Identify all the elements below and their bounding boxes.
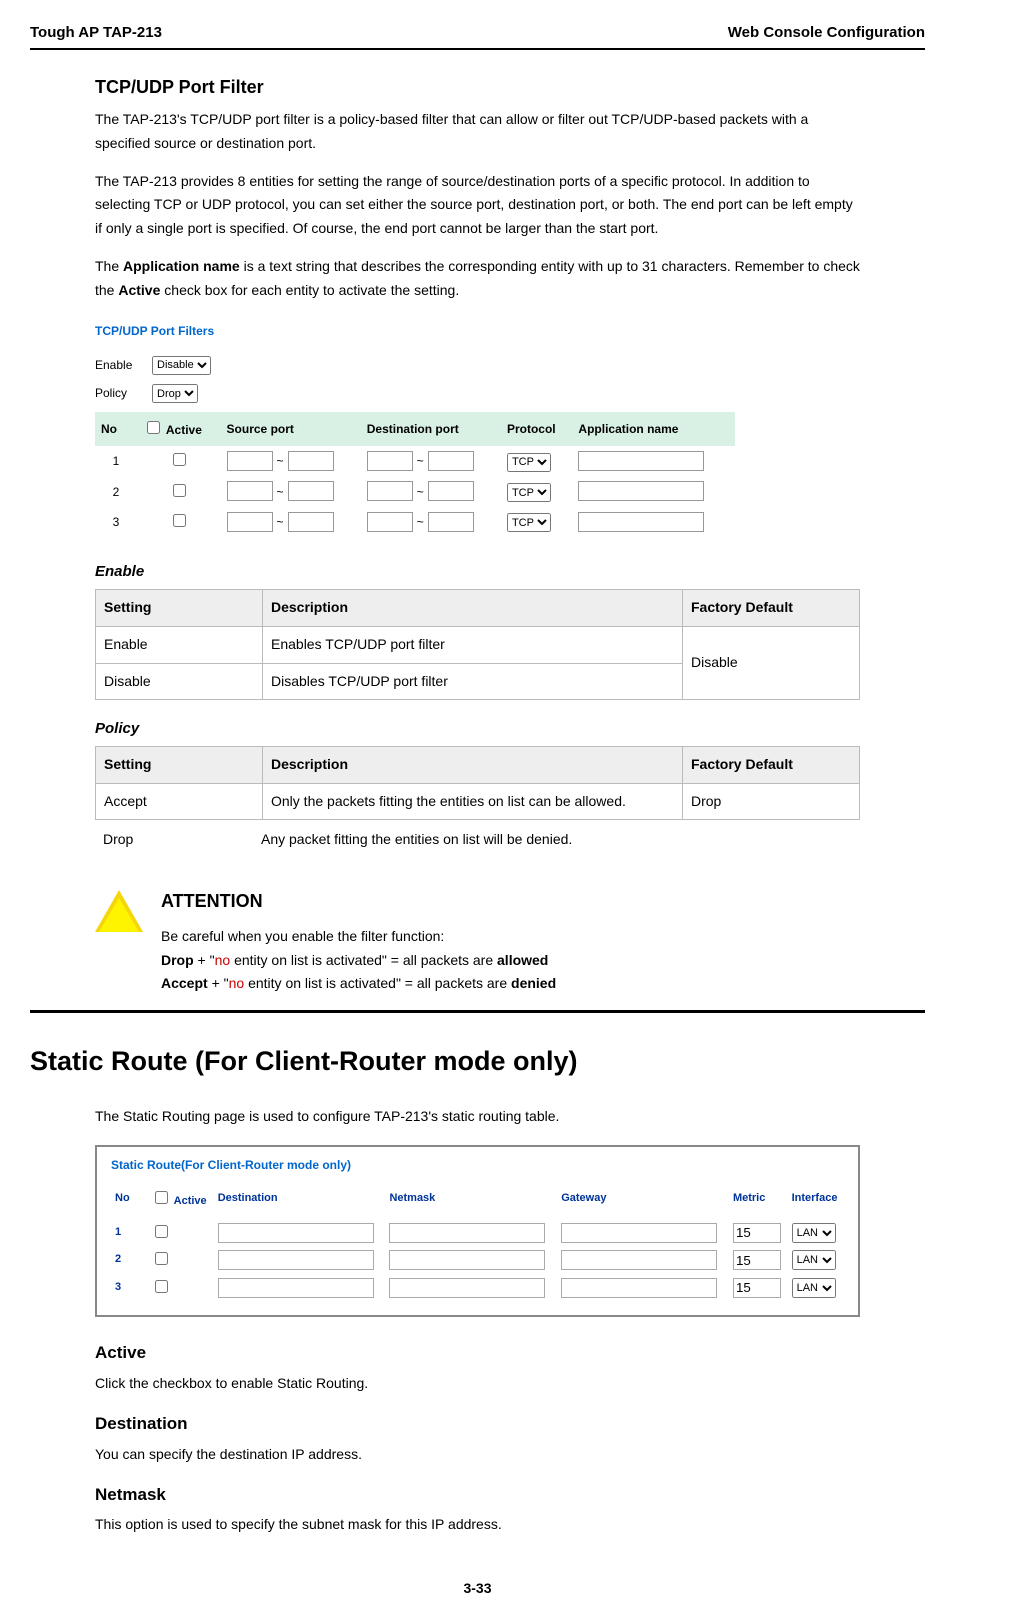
page-number: 3-33	[30, 1577, 925, 1601]
active-text: Click the checkbox to enable Static Rout…	[95, 1372, 860, 1396]
table-row: 3 ~ ~ TCP	[95, 507, 735, 537]
netmask-input[interactable]	[389, 1223, 545, 1243]
active-title: Active	[95, 1339, 860, 1368]
tcp-p2: The TAP-213 provides 8 entities for sett…	[95, 170, 860, 241]
divider	[30, 1010, 925, 1013]
policy-select[interactable]: Drop	[152, 384, 198, 403]
attention-line3: Accept + "no entity on list is activated…	[161, 972, 860, 996]
src-end-input[interactable]	[288, 481, 334, 501]
enable-label: Enable	[95, 355, 140, 375]
fig2-caption: Static Route(For Client-Router mode only…	[111, 1157, 844, 1174]
netmask-title: Netmask	[95, 1481, 860, 1510]
active-checkbox[interactable]	[173, 484, 186, 497]
active-checkbox[interactable]	[173, 453, 186, 466]
proto-select[interactable]: TCP	[507, 483, 551, 502]
active-checkbox[interactable]	[173, 514, 186, 527]
iface-select[interactable]: LAN	[792, 1278, 836, 1298]
src-end-input[interactable]	[288, 451, 334, 471]
col-no: No	[95, 412, 137, 446]
netmask-input[interactable]	[389, 1278, 545, 1298]
policy-label: Policy	[95, 383, 140, 403]
gateway-input[interactable]	[561, 1223, 717, 1243]
dst-start-input[interactable]	[367, 481, 413, 501]
proto-select[interactable]: TCP	[507, 513, 551, 532]
appname-input[interactable]	[578, 512, 704, 532]
iface-select[interactable]: LAN	[792, 1223, 836, 1243]
tcp-p1: The TAP-213's TCP/UDP port filter is a p…	[95, 108, 860, 156]
table-row: 2 LAN	[111, 1246, 844, 1273]
page-header: Tough AP TAP-213 Web Console Configurati…	[30, 20, 925, 50]
warning-icon	[95, 886, 143, 996]
header-right: Web Console Configuration	[728, 20, 925, 46]
static-route-figure: Static Route(For Client-Router mode only…	[95, 1145, 860, 1317]
active-checkbox[interactable]	[155, 1280, 168, 1293]
dest-input[interactable]	[218, 1250, 374, 1270]
src-start-input[interactable]	[227, 512, 273, 532]
metric-input[interactable]	[733, 1250, 781, 1270]
src-end-input[interactable]	[288, 512, 334, 532]
gateway-input[interactable]	[561, 1278, 717, 1298]
table-row: 1 LAN	[111, 1219, 844, 1246]
header-left: Tough AP TAP-213	[30, 20, 162, 46]
filter-table: No Active Source port Destination port P…	[95, 412, 735, 538]
policy-table: SettingDescriptionFactory Default Accept…	[95, 746, 860, 821]
col-src: Source port	[221, 412, 361, 446]
dst-end-input[interactable]	[428, 451, 474, 471]
dst-start-input[interactable]	[367, 451, 413, 471]
policy-drop-row: Drop Any packet fitting the entities on …	[95, 820, 860, 860]
src-start-input[interactable]	[227, 451, 273, 471]
proto-select[interactable]: TCP	[507, 453, 551, 472]
dst-start-input[interactable]	[367, 512, 413, 532]
col-proto: Protocol	[501, 412, 572, 446]
policy-table-title: Policy	[95, 716, 860, 742]
static-route-title: Static Route (For Client-Router mode onl…	[30, 1039, 860, 1085]
tcp-filter-figure: TCP/UDP Port Filters Enable Disable Poli…	[95, 321, 860, 538]
appname-input[interactable]	[578, 481, 704, 501]
dest-input[interactable]	[218, 1223, 374, 1243]
attention-note: ATTENTION Be careful when you enable the…	[95, 886, 860, 996]
active-all-checkbox[interactable]	[155, 1191, 168, 1204]
fig1-caption: TCP/UDP Port Filters	[95, 321, 860, 341]
table-row: 1 ~ ~ TCP	[95, 446, 735, 476]
src-start-input[interactable]	[227, 481, 273, 501]
netmask-input[interactable]	[389, 1250, 545, 1270]
attention-line2: Drop + "no entity on list is activated" …	[161, 949, 860, 973]
dest-text: You can specify the destination IP addre…	[95, 1443, 860, 1467]
attention-title: ATTENTION	[161, 886, 860, 917]
col-active: Active	[137, 412, 221, 446]
metric-input[interactable]	[733, 1278, 781, 1298]
tcp-udp-title: TCP/UDP Port Filter	[95, 72, 860, 103]
dest-input[interactable]	[218, 1278, 374, 1298]
appname-input[interactable]	[578, 451, 704, 471]
table-row: 3 LAN	[111, 1274, 844, 1301]
dst-end-input[interactable]	[428, 512, 474, 532]
gateway-input[interactable]	[561, 1250, 717, 1270]
table-row: 2 ~ ~ TCP	[95, 477, 735, 507]
netmask-text: This option is used to specify the subne…	[95, 1513, 860, 1537]
dst-end-input[interactable]	[428, 481, 474, 501]
enable-table: SettingDescriptionFactory Default Enable…	[95, 589, 860, 700]
tcp-p3: The Application name is a text string th…	[95, 255, 860, 303]
attention-line1: Be careful when you enable the filter fu…	[161, 925, 860, 949]
iface-select[interactable]: LAN	[792, 1250, 836, 1270]
dest-title: Destination	[95, 1410, 860, 1439]
static-route-p: The Static Routing page is used to confi…	[95, 1105, 860, 1129]
active-all-checkbox[interactable]	[147, 421, 160, 434]
active-checkbox[interactable]	[155, 1252, 168, 1265]
metric-input[interactable]	[733, 1223, 781, 1243]
enable-table-title: Enable	[95, 559, 860, 585]
enable-select[interactable]: Disable	[152, 356, 211, 375]
col-app: Application name	[572, 412, 735, 446]
col-dst: Destination port	[361, 412, 501, 446]
active-checkbox[interactable]	[155, 1225, 168, 1238]
